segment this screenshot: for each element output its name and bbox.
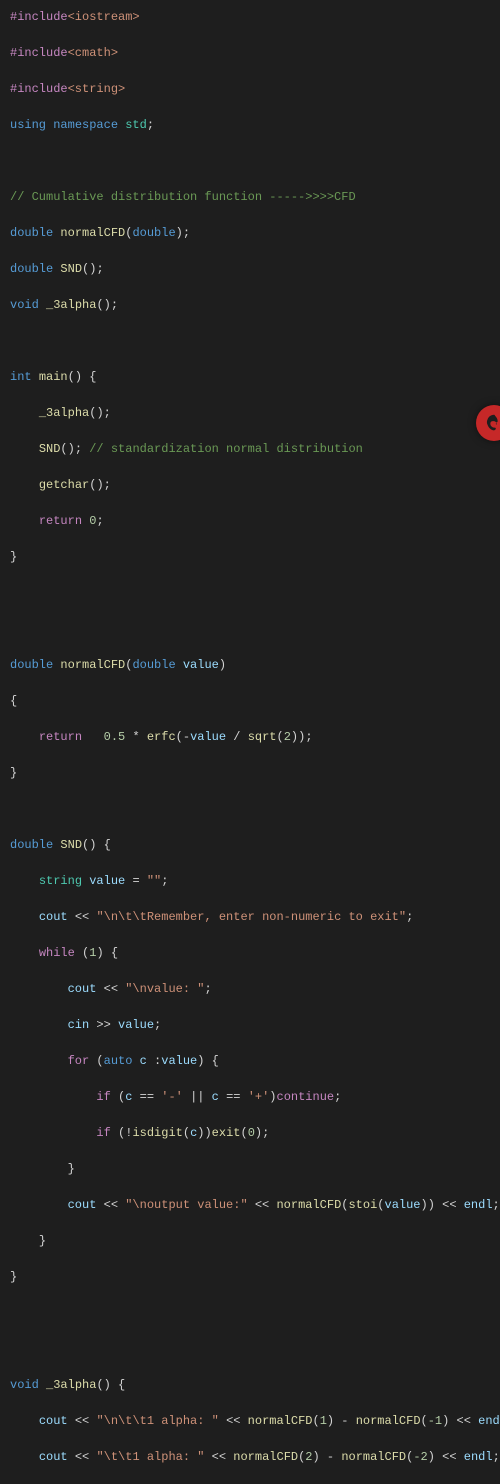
code-line: getchar(); [10,476,490,494]
code-line: _3alpha(); [10,404,490,422]
code-line: } [10,548,490,566]
code-line: return 0.5 * erfc(-value / sqrt(2)); [10,728,490,746]
code-line: } [10,1232,490,1250]
code-line: string value = ""; [10,872,490,890]
code-line: cout << "\t\t1 alpha: " << normalCFD(2) … [10,1448,490,1466]
blank-line [10,584,490,602]
code-line: cout << "\n\t\t1 alpha: " << normalCFD(1… [10,1412,490,1430]
code-line: #include<string> [10,80,490,98]
code-line: cin >> value; [10,1016,490,1034]
comment: // Cumulative distribution function ----… [10,190,356,204]
code-line: while (1) { [10,944,490,962]
code-line: } [10,1160,490,1178]
preproc: #include [10,10,68,24]
blank-line [10,152,490,170]
code-line: double SND(); [10,260,490,278]
header: <iostream> [68,10,140,24]
code-editor[interactable]: #include<iostream> #include<cmath> #incl… [10,8,490,1484]
code-line: if (!isdigit(c))exit(0); [10,1124,490,1142]
blank-line [10,332,490,350]
code-line: double normalCFD(double value) [10,656,490,674]
code-line: using namespace std; [10,116,490,134]
code-line: int main() { [10,368,490,386]
code-line: void _3alpha() { [10,1376,490,1394]
code-line: cout << "\n\t\tRemember, enter non-numer… [10,908,490,926]
blank-line [10,1304,490,1322]
code-line: // Cumulative distribution function ----… [10,188,490,206]
code-line: cout << "\nvalue: "; [10,980,490,998]
code-line: if (c == '-' || c == '+')continue; [10,1088,490,1106]
code-line: return 0; [10,512,490,530]
code-line: cout << "\noutput value:" << normalCFD(s… [10,1196,490,1214]
code-line: SND(); // standardization normal distrib… [10,440,490,458]
code-line: void _3alpha(); [10,296,490,314]
blank-line [10,620,490,638]
code-line: for (auto c :value) { [10,1052,490,1070]
blank-line [10,1340,490,1358]
code-line: double normalCFD(double); [10,224,490,242]
wolf-icon [483,412,500,434]
code-line: } [10,764,490,782]
code-line: } [10,1268,490,1286]
code-line: double SND() { [10,836,490,854]
blank-line [10,800,490,818]
code-line: #include<iostream> [10,8,490,26]
code-line: #include<cmath> [10,44,490,62]
code-line: { [10,692,490,710]
